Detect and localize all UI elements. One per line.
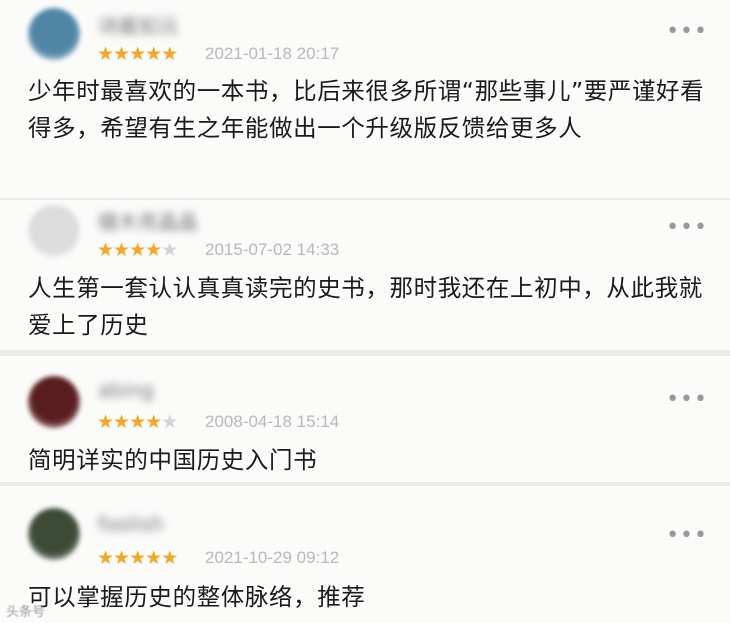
- star-empty-icon: ★: [161, 239, 178, 261]
- avatar[interactable]: [28, 508, 80, 560]
- star-filled-icon: ★: [129, 239, 146, 261]
- review-text: 人生第一套认认真真读完的史书，那时我还在上初中，从此我就爱上了历史: [28, 274, 703, 339]
- rating-stars: ★★★★★: [97, 411, 178, 433]
- watermark: 头条号: [6, 605, 46, 620]
- star-filled-icon: ★: [97, 43, 114, 65]
- username[interactable]: 檀木亮晶晶: [98, 206, 198, 235]
- more-options-icon[interactable]: •••: [666, 389, 708, 411]
- star-filled-icon: ★: [161, 43, 178, 65]
- star-filled-icon: ★: [113, 43, 130, 65]
- star-filled-icon: ★: [113, 547, 130, 569]
- star-filled-icon: ★: [145, 411, 162, 433]
- more-options-icon[interactable]: •••: [666, 525, 708, 547]
- username[interactable]: 诗酱如沅: [98, 10, 178, 39]
- review-text: 简明详实的中国历史入门书: [28, 446, 318, 474]
- star-filled-icon: ★: [145, 43, 162, 65]
- review-item: 檀木亮晶晶 ★★★★★ 2015-07-02 14:33 ••• 人生第一套认认…: [0, 200, 730, 350]
- review-item: 诗酱如沅 ★★★★★ 2021-01-18 20:17 ••• 少年时最喜欢的一…: [0, 0, 730, 198]
- star-filled-icon: ★: [129, 547, 146, 569]
- more-options-icon[interactable]: •••: [666, 21, 708, 43]
- review-date: 2015-07-02 14:33: [205, 240, 340, 259]
- review-text: 少年时最喜欢的一本书，比后来很多所谓“那些事儿”要严谨好看得多，希望有生之年能做…: [28, 77, 705, 142]
- star-filled-icon: ★: [97, 239, 114, 261]
- rating-stars: ★★★★★: [97, 239, 178, 261]
- star-filled-icon: ★: [161, 547, 178, 569]
- star-filled-icon: ★: [145, 547, 162, 569]
- review-item: foolish ★★★★★ 2021-10-29 09:12 ••• 可以掌握历…: [0, 486, 730, 623]
- username[interactable]: foolish: [98, 512, 164, 536]
- review-item: abing ★★★★★ 2008-04-18 15:14 ••• 简明详实的中国…: [0, 356, 730, 482]
- star-filled-icon: ★: [97, 547, 114, 569]
- star-filled-icon: ★: [129, 411, 146, 433]
- star-filled-icon: ★: [129, 43, 146, 65]
- star-filled-icon: ★: [97, 411, 114, 433]
- star-filled-icon: ★: [113, 411, 130, 433]
- rating-stars: ★★★★★: [97, 43, 178, 65]
- more-options-icon[interactable]: •••: [666, 217, 708, 239]
- review-date: 2008-04-18 15:14: [205, 412, 340, 431]
- star-empty-icon: ★: [161, 411, 178, 433]
- rating-stars: ★★★★★: [97, 547, 178, 569]
- star-filled-icon: ★: [145, 239, 162, 261]
- review-date: 2021-10-29 09:12: [205, 548, 340, 567]
- star-filled-icon: ★: [113, 239, 130, 261]
- avatar[interactable]: [28, 8, 80, 60]
- username[interactable]: abing: [98, 378, 154, 402]
- avatar[interactable]: [28, 376, 80, 428]
- review-date: 2021-01-18 20:17: [205, 44, 340, 63]
- avatar[interactable]: [28, 205, 80, 257]
- review-text: 可以掌握历史的整体脉络，推荐: [28, 583, 366, 611]
